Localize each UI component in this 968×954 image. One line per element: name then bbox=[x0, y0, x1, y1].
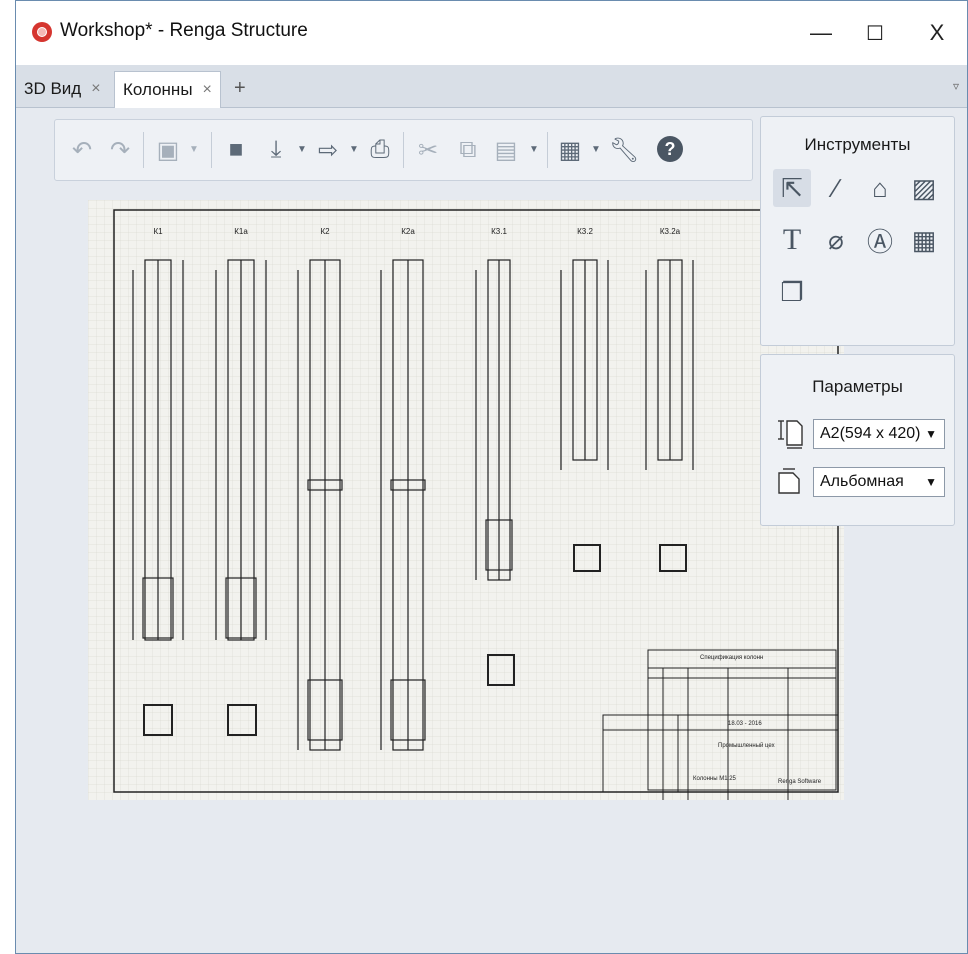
dimension-icon[interactable]: ⌀ bbox=[817, 221, 855, 259]
wrench-icon[interactable]: 🔧︎ bbox=[609, 134, 639, 166]
export-icon[interactable]: ⇨ bbox=[313, 134, 343, 166]
toolbar-separator bbox=[403, 132, 404, 168]
text-icon[interactable]: T bbox=[773, 221, 811, 259]
table-icon[interactable]: ▦ bbox=[905, 221, 943, 259]
sheet-format-select[interactable]: A2(594 x 420) ▼ bbox=[813, 419, 945, 449]
maximize-button[interactable]: ☐ bbox=[852, 15, 898, 51]
chevron-down-icon[interactable]: ▼ bbox=[591, 144, 601, 155]
select-icon[interactable]: ⇱ bbox=[773, 169, 811, 207]
column-label: К2а bbox=[401, 227, 415, 236]
redo-icon[interactable]: ↷ bbox=[105, 134, 135, 166]
workspace: ↶ ↷ ▣ ▼ ■ ⤓ ▼ ⇨ ▼ ⎙ ✂ ⧉ ▤ ▼ ▦ ▼ 🔧︎ ? К1 … bbox=[16, 108, 967, 953]
paste-icon[interactable]: ▤ bbox=[491, 134, 521, 166]
annotation-icon[interactable]: Ⓐ bbox=[861, 221, 899, 259]
view-placement-icon[interactable]: ⌂ bbox=[861, 169, 899, 207]
tools-panel-title: Инструменты bbox=[804, 135, 911, 154]
orientation-select[interactable]: Альбомная ▼ bbox=[813, 467, 945, 497]
title-bar: Workshop* - Renga Structure — ☐ X bbox=[16, 1, 967, 65]
app-window: Workshop* - Renga Structure — ☐ X 3D Вид… bbox=[15, 0, 968, 954]
parameters-panel: Параметры A2(594 x 420) ▼ Альбомная ▼ bbox=[760, 354, 955, 526]
print-icon[interactable]: ⎙ bbox=[365, 134, 395, 166]
stamp-sheet: Колонны М1:25 bbox=[693, 776, 737, 782]
copy-icon[interactable]: ⧉ bbox=[453, 134, 483, 166]
stamp-title: Промышленный цех bbox=[718, 742, 775, 749]
view-cube-icon[interactable]: ▣ bbox=[153, 134, 183, 166]
chevron-down-icon[interactable]: ▼ bbox=[297, 144, 307, 155]
spec-title: Спецификация колонн bbox=[700, 655, 763, 661]
tools-panel: Инструменты ⇱ ∕ ⌂ ▨ T ⌀ Ⓐ ▦ ❐ bbox=[760, 116, 955, 346]
column-label: К3.2а bbox=[660, 227, 681, 236]
tab-3d-view[interactable]: 3D Вид × bbox=[16, 71, 109, 107]
close-button[interactable]: X bbox=[914, 15, 960, 51]
tab-close-icon[interactable]: × bbox=[91, 80, 100, 98]
chevron-down-icon[interactable]: ▼ bbox=[529, 144, 539, 155]
sheet-format-icon bbox=[778, 420, 803, 449]
main-toolbar: ↶ ↷ ▣ ▼ ■ ⤓ ▼ ⇨ ▼ ⎙ ✂ ⧉ ▤ ▼ ▦ ▼ 🔧︎ ? bbox=[54, 119, 753, 181]
chevron-down-icon[interactable]: ▼ bbox=[189, 144, 199, 155]
drawing-canvas: К1 К1а К2 К2а К3.1 К3.2 К3.2а Спецификац… bbox=[88, 200, 844, 810]
chevron-down-icon: ▼ bbox=[925, 427, 937, 441]
renga-logo-icon bbox=[32, 22, 52, 42]
toolbar-separator bbox=[547, 132, 548, 168]
window-title: Workshop* - Renga Structure bbox=[60, 20, 308, 41]
column-label: К3.2 bbox=[577, 227, 593, 236]
toolbar-separator bbox=[211, 132, 212, 168]
add-tab-button[interactable]: + bbox=[234, 77, 246, 100]
tab-columns[interactable]: Колонны × bbox=[114, 71, 221, 108]
undo-icon[interactable]: ↶ bbox=[67, 134, 97, 166]
hatch-icon[interactable]: ▨ bbox=[905, 169, 943, 207]
tab-bar: 3D Вид × Колонны × + ▿ bbox=[16, 65, 967, 108]
column-label: К1а bbox=[234, 227, 248, 236]
tab-label: Колонны bbox=[123, 80, 193, 99]
column-label: К3.1 bbox=[491, 227, 507, 236]
toolbar-separator bbox=[143, 132, 144, 168]
orientation-icon bbox=[778, 468, 800, 494]
settings-icon[interactable]: ▦ bbox=[555, 134, 585, 166]
tab-label: 3D Вид bbox=[24, 79, 82, 98]
parameters-panel-title: Параметры bbox=[812, 377, 903, 396]
column-label: К2 bbox=[320, 227, 330, 236]
scissors-icon[interactable]: ✂ bbox=[413, 134, 443, 166]
stamp-code: 18.03 - 2016 bbox=[728, 721, 762, 727]
tab-list-menu-icon[interactable]: ▿ bbox=[953, 79, 959, 93]
minimize-button[interactable]: — bbox=[798, 15, 844, 51]
chevron-down-icon[interactable]: ▼ bbox=[349, 144, 359, 155]
folder-icon[interactable]: ■ bbox=[221, 134, 251, 166]
column-label: К1 bbox=[153, 227, 163, 236]
help-button[interactable]: ? bbox=[657, 136, 683, 162]
chevron-down-icon: ▼ bbox=[925, 475, 937, 489]
line-icon[interactable]: ∕ bbox=[817, 169, 855, 207]
drawing-sheet[interactable]: К1 К1а К2 К2а К3.1 К3.2 К3.2а Спецификац… bbox=[88, 200, 844, 810]
stamp-org: Renga Software bbox=[778, 779, 822, 785]
orientation-value: Альбомная bbox=[820, 473, 904, 490]
import-icon[interactable]: ⤓ bbox=[261, 134, 291, 166]
tab-close-icon[interactable]: × bbox=[203, 81, 212, 99]
drawing-sheet-icon[interactable]: ❐ bbox=[773, 273, 811, 311]
sheet-format-value: A2(594 x 420) bbox=[820, 425, 921, 442]
